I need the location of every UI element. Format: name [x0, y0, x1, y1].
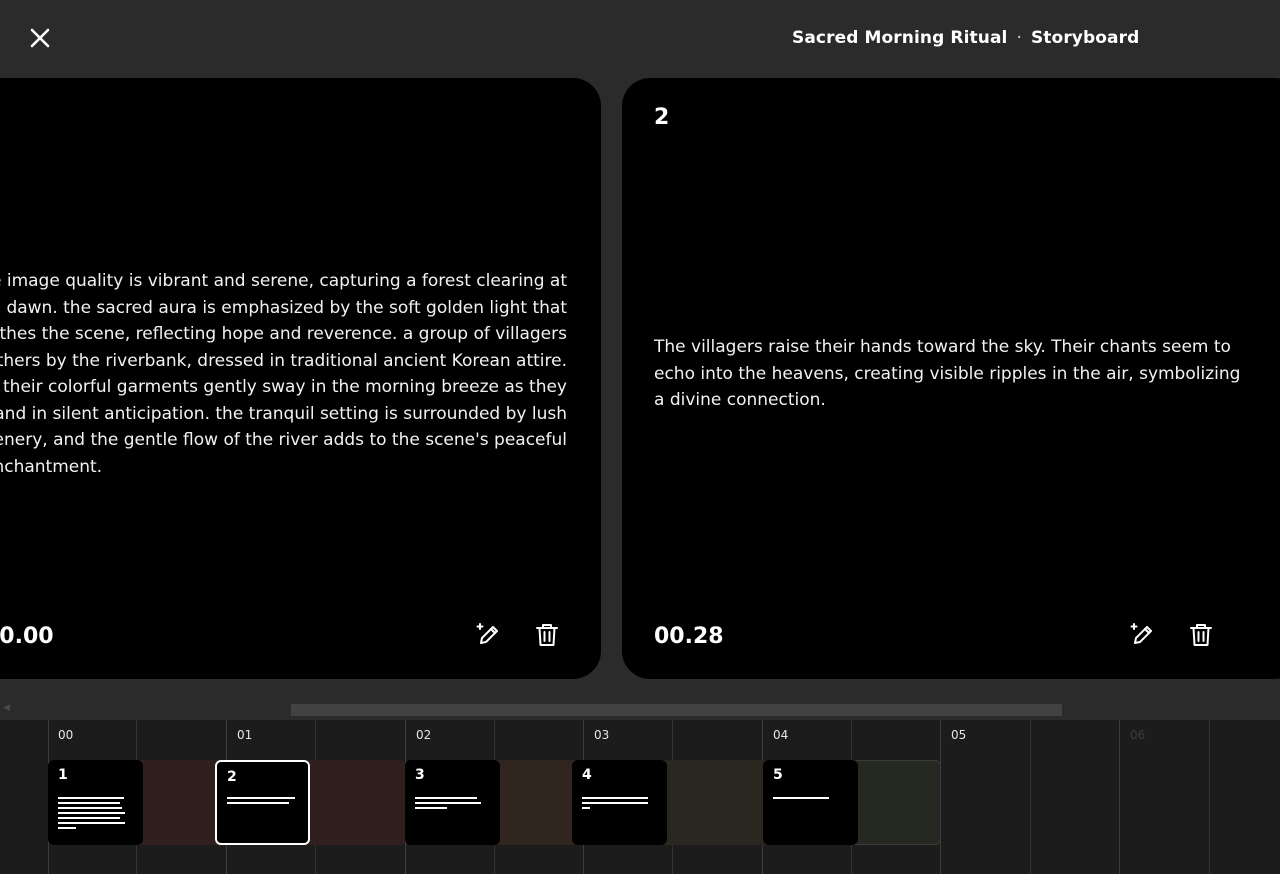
trash-icon — [1190, 624, 1212, 646]
scene-actions — [1129, 621, 1215, 649]
trash-icon — [536, 624, 558, 646]
thumbnail-text-preview — [58, 797, 125, 832]
thumbnail-text-preview — [415, 797, 481, 812]
thumbnail-number: 3 — [415, 767, 425, 783]
scene-card-2[interactable]: 2 The villagers raise their hands toward… — [622, 78, 1280, 679]
view-label: Storyboard — [1030, 28, 1140, 48]
timeline-tick-label: 04 — [773, 728, 789, 742]
magic-edit-icon — [476, 623, 498, 644]
description-line: dawn. the sacred aura is emphasized by t… — [6, 297, 567, 318]
timeline-subtick — [1209, 720, 1210, 874]
title-separator: · — [1016, 28, 1022, 48]
close-icon — [30, 28, 50, 48]
description-line: enchantment. — [0, 456, 103, 477]
description-line: gathers by the riverbank, dressed in tra… — [0, 350, 567, 371]
close-button[interactable] — [24, 22, 56, 54]
magic-edit-button[interactable] — [475, 621, 503, 649]
scrollbar-thumb[interactable] — [291, 704, 1062, 716]
header: Sacred Morning Ritual · Storyboard — [0, 0, 1280, 78]
thumbnail-text-preview — [227, 797, 295, 807]
magic-edit-icon — [1130, 623, 1152, 644]
scene-description: The image quality is vibrant and serene,… — [0, 268, 567, 480]
magic-edit-button[interactable] — [1129, 621, 1157, 649]
description-line: stand in silent anticipation. the tranqu… — [0, 403, 567, 424]
timeline-tick-label: 00 — [58, 728, 74, 742]
scene-card-1[interactable]: The image quality is vibrant and serene,… — [0, 78, 601, 679]
scene-actions — [475, 621, 561, 649]
scroll-left-icon[interactable]: ◀ — [3, 703, 10, 713]
project-title: Sacred Morning Ritual — [792, 28, 1008, 48]
thumbnail-number: 4 — [582, 767, 592, 783]
description-line: scenery, and the gentle flow of the rive… — [0, 430, 567, 450]
scene-thumbnail-1[interactable]: 1 — [48, 760, 143, 845]
thumbnail-number: 2 — [227, 769, 237, 785]
thumbnail-number: 5 — [773, 767, 783, 783]
timeline-tick-label: 06 — [1130, 728, 1146, 742]
page-title: Sacred Morning Ritual · Storyboard — [792, 28, 1139, 48]
timeline-tick-label: 05 — [951, 728, 967, 742]
delete-button[interactable] — [1187, 621, 1215, 649]
timeline-tick-label: 03 — [594, 728, 610, 742]
scene-thumbnail-5[interactable]: 5 — [763, 760, 858, 845]
delete-button[interactable] — [533, 621, 561, 649]
horizontal-scrollbar[interactable]: ◀ — [0, 700, 1280, 720]
timeline-tick-label: 01 — [237, 728, 253, 742]
scene-thumbnail-2[interactable]: 2 — [215, 760, 310, 845]
scene-timestamp: 00.00 — [0, 624, 54, 649]
timeline-tick — [1119, 720, 1120, 874]
thumbnail-text-preview — [582, 797, 648, 812]
scene-number: 2 — [654, 105, 670, 130]
description-line: bathes the scene, reflecting hope and re… — [0, 324, 567, 344]
timeline[interactable]: 00 01 02 03 04 05 06 1 2 3 4 5 — [0, 720, 1280, 874]
timeline-tick-label: 02 — [416, 728, 432, 742]
scene-timestamp: 00.28 — [654, 624, 724, 649]
timeline-subtick — [1030, 720, 1031, 874]
description-line: The image quality is vibrant and serene,… — [0, 271, 567, 291]
scene-thumbnail-4[interactable]: 4 — [572, 760, 667, 845]
scene-description: The villagers raise their hands toward t… — [654, 337, 1241, 410]
description-line: their colorful garments gently sway in t… — [3, 377, 567, 397]
thumbnail-number: 1 — [58, 767, 68, 783]
scene-thumbnail-3[interactable]: 3 — [405, 760, 500, 845]
thumbnail-text-preview — [773, 797, 829, 802]
